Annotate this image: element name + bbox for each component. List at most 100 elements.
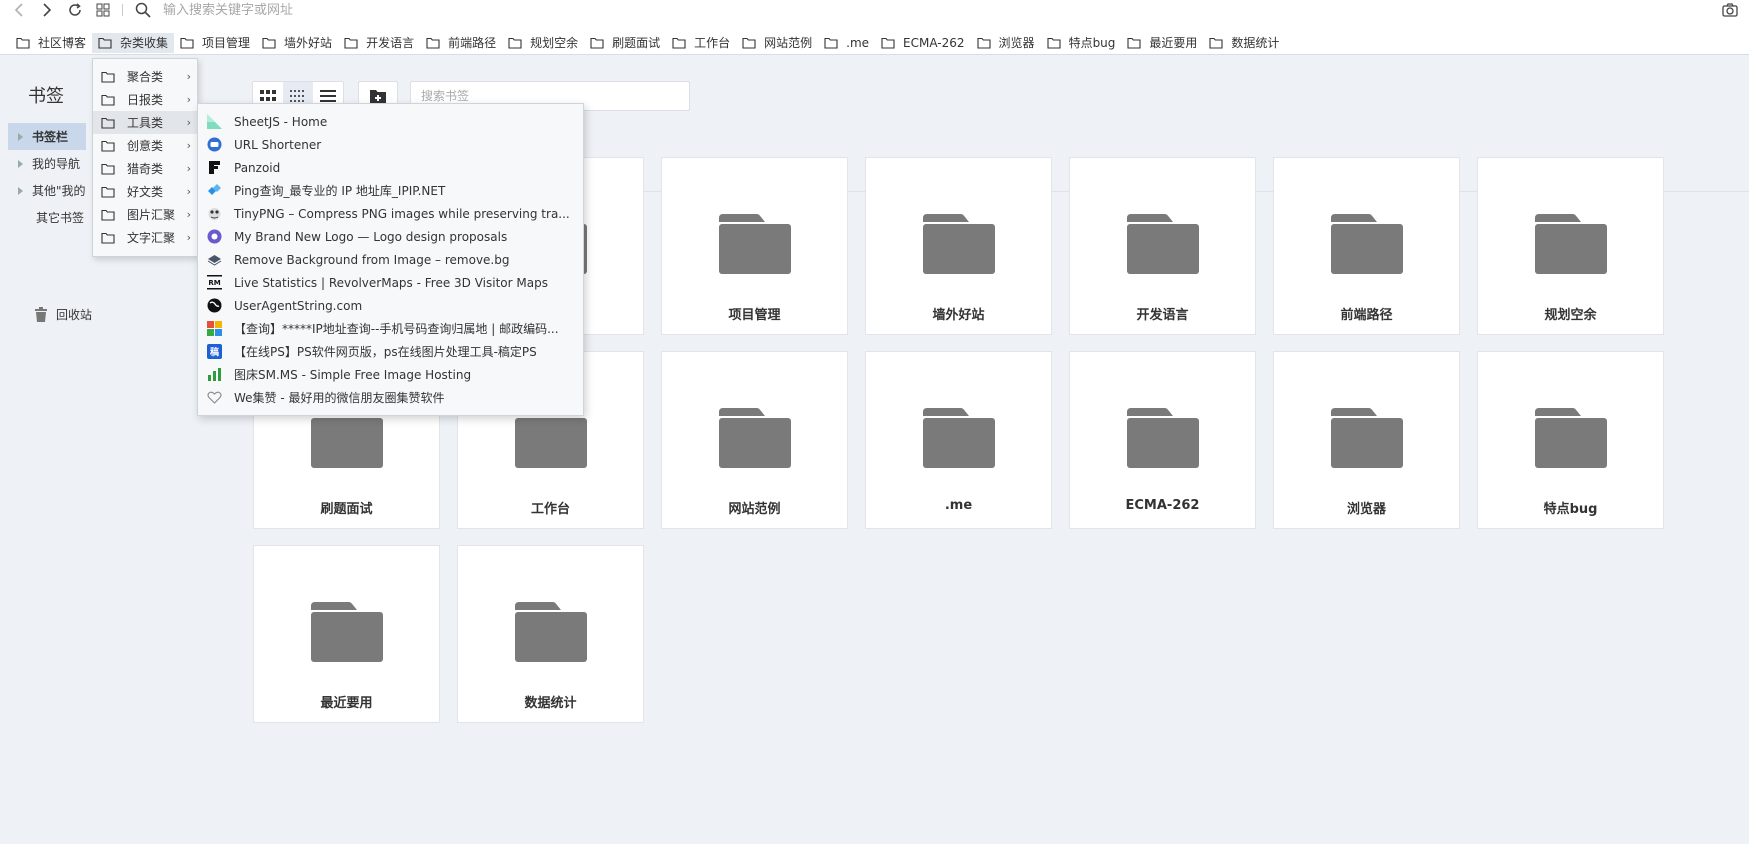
folder-card[interactable]: 规划空余 — [1477, 157, 1664, 335]
submenu-item-7[interactable]: 文字汇聚 › — [93, 226, 197, 249]
bookmark-folder-13[interactable]: 特点bug — [1041, 33, 1122, 53]
folder-dropdown-menu: 聚合类 › 日报类 › 工具类 › 创意类 › 猎奇类 › 好文类 › 图片汇聚 › 文字汇聚 › — [92, 58, 198, 257]
tool-bookmark-1[interactable]: URL Shortener — [198, 133, 583, 156]
folder-card[interactable]: 前端路径 — [1273, 157, 1460, 335]
folder-card-label: 墙外好站 — [932, 308, 985, 323]
folder-card[interactable]: .me — [865, 351, 1052, 529]
address-input[interactable] — [163, 1, 763, 19]
bookmark-folder-8[interactable]: 工作台 — [666, 33, 736, 53]
submenu-item-4[interactable]: 猎奇类 › — [93, 157, 197, 180]
tool-bookmark-label: My Brand New Logo — Logo design proposal… — [234, 229, 508, 244]
submenu-item-6[interactable]: 图片汇聚 › — [93, 203, 197, 226]
sidebar-item-0[interactable]: 书签栏 — [8, 123, 86, 150]
bookmark-folder-6[interactable]: 规划空余 — [502, 33, 584, 53]
folder-card[interactable]: 特点bug — [1477, 351, 1664, 529]
tool-bookmark-3[interactable]: Ping查询_最专业的 IP 地址库_IPIP.NET — [198, 179, 583, 202]
chevron-right-icon: › — [186, 116, 191, 129]
reload-button[interactable] — [64, 0, 86, 20]
folder-card[interactable]: 数据统计 — [457, 545, 644, 723]
tool-bookmark-5[interactable]: My Brand New Logo — Logo design proposal… — [198, 225, 583, 248]
bookmark-folder-label: 社区博客 — [38, 36, 87, 50]
trash-icon — [35, 306, 47, 322]
folder-icon — [180, 37, 194, 49]
bookmark-folder-10[interactable]: .me — [818, 33, 875, 53]
list-icon — [320, 90, 336, 102]
folder-card[interactable]: 网站范例 — [661, 351, 848, 529]
back-button[interactable] — [8, 0, 30, 20]
folder-icon — [16, 37, 30, 49]
folder-icon — [101, 94, 115, 106]
toolbar-separator — [122, 4, 123, 16]
bookmark-folder-4[interactable]: 开发语言 — [338, 33, 420, 53]
bookmark-folder-5[interactable]: 前端路径 — [420, 33, 502, 53]
folder-card[interactable]: 开发语言 — [1069, 157, 1256, 335]
caret-right-icon[interactable] — [18, 186, 23, 195]
page-title: 书签 — [28, 86, 64, 107]
submenu-item-label: 聚合类 — [127, 70, 164, 84]
folder-card-label: ECMA-262 — [1125, 498, 1200, 513]
apps-grid-icon — [96, 3, 110, 17]
camera-icon[interactable] — [1721, 1, 1739, 19]
tool-bookmark-label: Panzoid — [234, 160, 281, 175]
folder-card[interactable]: 墙外好站 — [865, 157, 1052, 335]
bookmark-folder-9[interactable]: 网站范例 — [736, 33, 818, 53]
bookmark-folder-label: 前端路径 — [448, 36, 497, 50]
folder-icon — [672, 37, 686, 49]
tool-bookmark-11[interactable]: 图床SM.MS - Simple Free Image Hosting — [198, 363, 583, 386]
submenu-item-0[interactable]: 聚合类 › — [93, 65, 197, 88]
tool-bookmark-12[interactable]: We集赞 - 最好用的微信朋友圈集赞软件 — [198, 386, 583, 409]
tool-bookmark-2[interactable]: Panzoid — [198, 156, 583, 179]
folder-plus-icon — [370, 90, 386, 103]
tool-bookmark-label: Live Statistics | RevolverMaps - Free 3D… — [234, 275, 548, 290]
folder-icon — [101, 117, 115, 129]
tool-bookmark-8[interactable]: UserAgentString.com — [198, 294, 583, 317]
bookmark-folder-15[interactable]: 数据统计 — [1203, 33, 1285, 53]
submenu-item-3[interactable]: 创意类 › — [93, 134, 197, 157]
tool-bookmark-0[interactable]: SheetJS - Home — [198, 110, 583, 133]
bookmark-folder-label: 工作台 — [694, 36, 731, 50]
folder-card[interactable]: 最近要用 — [253, 545, 440, 723]
tool-bookmark-label: TinyPNG – Compress PNG images while pres… — [234, 206, 570, 221]
folder-icon — [1209, 37, 1223, 49]
submenu-item-label: 猎奇类 — [127, 162, 164, 176]
tool-bookmark-9[interactable]: 【查询】*****IP地址查询--手机号码查询归属地 | 邮政编码... — [198, 317, 583, 340]
folder-icon — [719, 408, 791, 468]
folder-icon — [515, 408, 587, 468]
tool-bookmark-label: Remove Background from Image – remove.bg — [234, 252, 510, 267]
forward-button[interactable] — [36, 0, 58, 20]
bookmark-folder-7[interactable]: 刷题面试 — [584, 33, 666, 53]
submenu-item-2[interactable]: 工具类 › — [93, 111, 197, 134]
bookmark-folder-0[interactable]: 社区博客 — [10, 33, 92, 53]
submenu-item-1[interactable]: 日报类 › — [93, 88, 197, 111]
bookmark-folder-12[interactable]: 浏览器 — [971, 33, 1041, 53]
bookmark-folder-label: 规划空余 — [530, 36, 579, 50]
folder-card[interactable]: 浏览器 — [1273, 351, 1460, 529]
caret-right-icon[interactable] — [18, 132, 23, 141]
tool-bookmark-6[interactable]: Remove Background from Image – remove.bg — [198, 248, 583, 271]
folder-card-label: 项目管理 — [728, 308, 781, 323]
trash-item[interactable]: 回收站 — [34, 306, 92, 323]
folder-card[interactable]: 项目管理 — [661, 157, 848, 335]
folder-icon — [344, 37, 358, 49]
tool-bookmark-7[interactable]: RM Live Statistics | RevolverMaps - Free … — [198, 271, 583, 294]
folder-icon — [98, 37, 112, 49]
bookmark-folder-11[interactable]: ECMA-262 — [875, 33, 971, 53]
tool-bookmark-4[interactable]: TinyPNG – Compress PNG images while pres… — [198, 202, 583, 225]
bookmark-folder-14[interactable]: 最近要用 — [1121, 33, 1203, 53]
submenu-item-label: 好文类 — [127, 185, 164, 199]
submenu-item-5[interactable]: 好文类 › — [93, 180, 197, 203]
removebg-icon — [207, 252, 222, 267]
tool-bookmark-10[interactable]: 稿 【在线PS】PS软件网页版，ps在线图片处理工具-稿定PS — [198, 340, 583, 363]
tool-bookmark-label: 【在线PS】PS软件网页版，ps在线图片处理工具-稿定PS — [234, 345, 537, 359]
folder-card[interactable]: ECMA-262 — [1069, 351, 1256, 529]
bookmark-folder-3[interactable]: 墙外好站 — [256, 33, 338, 53]
caret-right-icon[interactable] — [18, 159, 23, 168]
folder-icon — [976, 37, 991, 49]
bookmark-folder-2[interactable]: 项目管理 — [174, 33, 256, 53]
url-shortener-icon — [207, 137, 222, 152]
brandlogo-icon — [207, 229, 222, 244]
apps-button[interactable] — [92, 0, 114, 20]
bookmark-folder-1[interactable]: 杂类收集 — [92, 32, 175, 53]
bookmark-folder-label: .me — [846, 35, 870, 50]
ipip-icon — [207, 183, 222, 198]
